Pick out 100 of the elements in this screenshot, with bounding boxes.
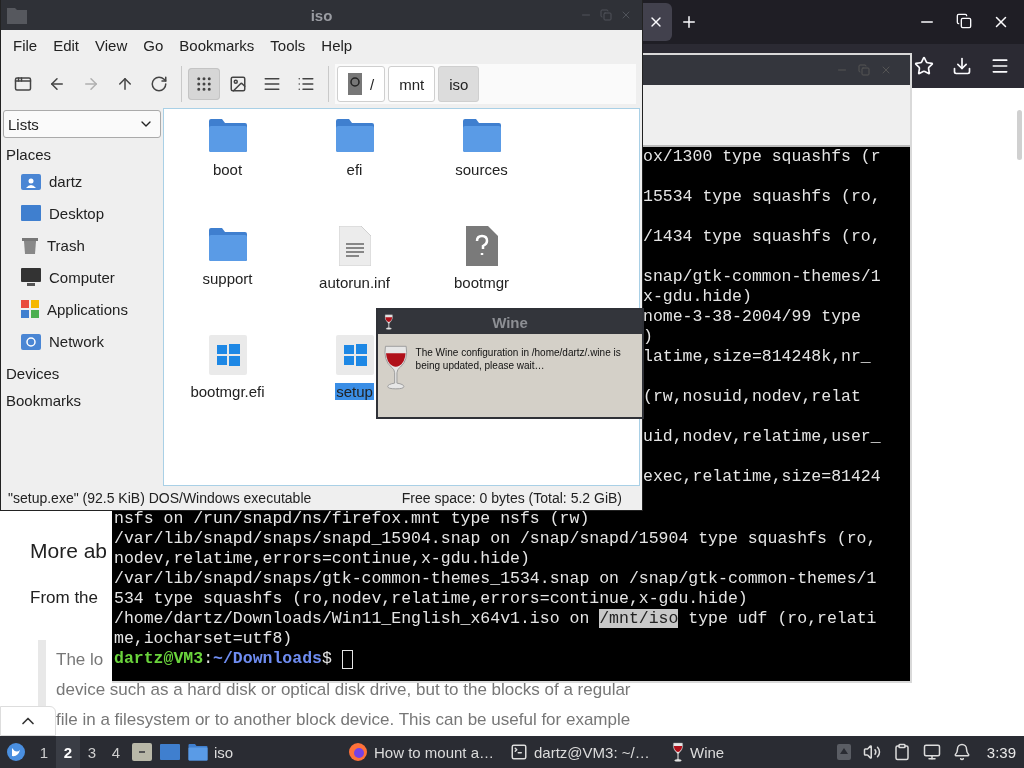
file-name[interactable]: efi <box>345 161 364 178</box>
new-tab-icon[interactable] <box>680 13 698 31</box>
menu-item[interactable]: View <box>87 32 136 58</box>
place-item[interactable]: Applications <box>47 300 128 318</box>
workspace-button[interactable]: 3 <box>80 736 104 768</box>
volume-icon[interactable] <box>862 743 881 761</box>
menu-item[interactable]: Help <box>313 32 361 58</box>
place-item[interactable]: Network <box>49 332 104 350</box>
place-item[interactable]: Trash <box>47 236 85 254</box>
taskbar-task[interactable]: dartz@VM3: ~/… <box>506 736 668 768</box>
folder-icon <box>7 6 27 24</box>
network-folder-icon <box>21 332 41 350</box>
forward-icon <box>82 75 100 93</box>
terminal-line: /home/dartz/Downloads/Win11_English_x64v1.iso on /mnt/iso type udf (ro,relati <box>114 609 877 629</box>
workspace-button[interactable]: 2 <box>56 736 80 768</box>
new-window-icon <box>14 75 32 93</box>
list-icon <box>297 75 315 93</box>
restore-icon[interactable] <box>956 13 972 29</box>
folder-icon <box>334 117 375 153</box>
terminal-line: nsfs on /run/snapd/ns/firefox.mnt type nsfs (rw) <box>114 509 590 529</box>
terminal-line: ox/1300 type squashfs (r <box>643 147 881 167</box>
terminal-line: ) <box>643 327 653 347</box>
taskbar-task[interactable]: iso <box>184 736 344 768</box>
terminal-line: nodev,relatime,errors=continue,x-gdu.hide) <box>114 549 530 569</box>
file-name[interactable]: sources <box>454 161 509 178</box>
window-title: iso <box>310 6 333 24</box>
folder-icon <box>207 226 248 262</box>
home-folder-icon <box>21 172 41 190</box>
menu-item[interactable]: Bookmarks <box>171 32 263 58</box>
terminal-line: /var/lib/snapd/snaps/gtk-common-themes_1534.snap on /snap/gtk-common-themes/1 <box>114 569 877 589</box>
terminal-line: snap/gtk-common-themes/1 <box>643 266 881 287</box>
folder-icon <box>207 117 248 153</box>
scrollbar-thumb[interactable] <box>1017 110 1022 160</box>
view-mode-button[interactable] <box>188 68 220 100</box>
terminal-line: exec,relatime,size=81424 <box>643 466 881 487</box>
menu-icon[interactable] <box>990 56 1010 76</box>
section-header: Places <box>5 145 53 165</box>
notification-icon[interactable] <box>952 743 971 761</box>
text-file-icon <box>338 226 371 266</box>
terminal-line: /var/lib/snapd/snaps/snapd_15904.snap on /snap/snapd/15904 type squashfs (ro, <box>114 529 877 549</box>
dialog-message: The Wine configuration in /home/dartz/.wine is being updated, please wait… <box>415 346 622 373</box>
wine-glass-icon <box>384 314 394 330</box>
quote-text: The lo <box>56 651 104 669</box>
file-name[interactable]: setup <box>335 383 374 400</box>
file-name[interactable]: support <box>201 270 254 287</box>
menu-item[interactable]: Edit <box>45 32 88 58</box>
windows-logo-icon <box>208 335 247 375</box>
wine-glass-icon <box>382 344 410 390</box>
section-header[interactable]: Devices <box>3 357 161 384</box>
terminal-line: latime,size=814248k,nr_ <box>643 347 871 367</box>
taskbar-task[interactable]: How to mount a… <box>344 736 506 768</box>
file-name[interactable]: bootmgr <box>453 274 510 291</box>
grid-view-icon <box>195 75 213 93</box>
path-button[interactable]: iso <box>438 66 480 102</box>
image-icon <box>229 75 247 93</box>
menu-item[interactable]: Tools <box>262 32 314 58</box>
free-space-text: Free space: 0 bytes (Total: 5.2 GiB) <box>401 490 622 506</box>
trash-icon <box>21 236 39 254</box>
terminal-line: nome-3-38-2004/99 type <box>643 307 861 327</box>
browser-icon <box>348 742 368 762</box>
status-text: "setup.exe" (92.5 KiB) DOS/Windows executable <box>8 490 312 506</box>
menu-item[interactable]: File <box>5 32 46 58</box>
side-pane-select[interactable]: Lists <box>3 110 161 138</box>
path-button[interactable]: mnt <box>388 66 436 102</box>
download-icon[interactable] <box>952 56 972 76</box>
applications-icon <box>21 300 39 318</box>
terminal-line: x-gdu.hide) <box>643 287 752 307</box>
terminal-line: 15534 type squashfs (ro, <box>643 186 881 207</box>
start-icon <box>6 742 26 762</box>
clipboard-icon[interactable] <box>892 743 911 761</box>
section-header[interactable]: Bookmarks <box>3 384 161 411</box>
path-button[interactable]: / <box>337 66 386 102</box>
workspace-button[interactable]: 4 <box>104 736 128 768</box>
windows-logo-icon <box>335 335 374 375</box>
unknown-file-icon <box>465 226 498 266</box>
place-item[interactable]: dartz <box>49 172 83 190</box>
folder-icon <box>188 743 208 761</box>
desktop-icon <box>160 744 180 760</box>
section-heading: More ab <box>30 538 108 564</box>
terminal-icon <box>510 743 528 761</box>
file-name[interactable]: boot <box>211 161 244 178</box>
paragraph: From the <box>30 587 99 609</box>
reload-icon <box>150 75 168 93</box>
terminal-prompt[interactable]: dartz@VM3:~/Downloads$ <box>114 649 353 669</box>
place-item[interactable]: Computer <box>49 268 115 286</box>
folder-icon <box>461 117 502 153</box>
taskbar-task[interactable]: Wine <box>668 736 830 768</box>
clock[interactable]: 3:39 <box>986 743 1016 761</box>
menu-item[interactable]: Go <box>135 32 172 58</box>
bookmark-star-icon[interactable] <box>914 56 934 76</box>
workspace-button[interactable]: 1 <box>32 736 56 768</box>
terminal-line: uid,nodev,relatime,user_ <box>643 426 881 447</box>
terminal-line: /1434 type squashfs (ro, <box>643 226 881 247</box>
compact-list-icon <box>263 75 281 93</box>
terminal-line: 534 type squashfs (ro,nodev,relatime,errors=continue,x-gdu.hide) <box>114 589 748 609</box>
file-name[interactable]: bootmgr.efi <box>189 383 266 400</box>
file-name[interactable]: autorun.inf <box>318 274 391 291</box>
place-item[interactable]: Desktop <box>49 204 105 222</box>
wine-glass-icon <box>672 742 684 762</box>
desktop-icon <box>21 205 41 221</box>
